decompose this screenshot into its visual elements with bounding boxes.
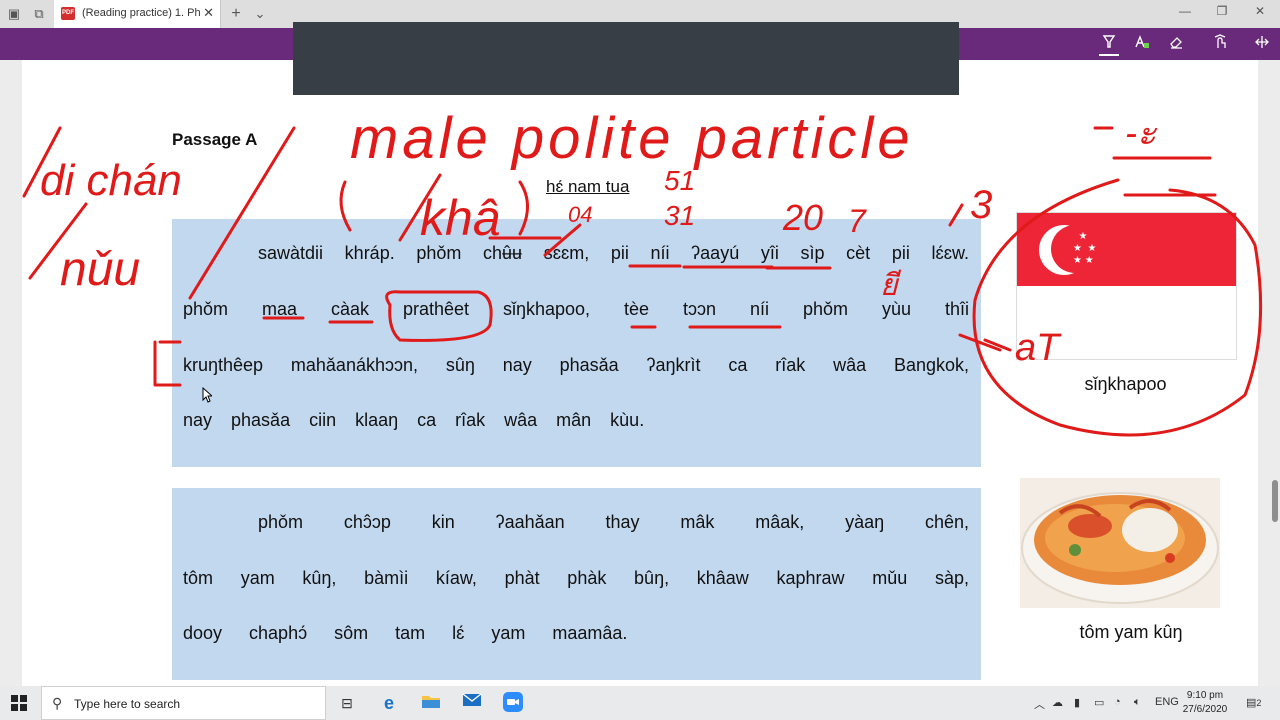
text-highlight-icon[interactable] xyxy=(1132,34,1152,54)
clock-time: 9:10 pm xyxy=(1186,690,1224,701)
minimize-button[interactable]: — xyxy=(1175,4,1195,18)
vertical-scrollbar[interactable] xyxy=(1272,480,1278,522)
flag-red-band: ★ ★ ★ ★ ★ xyxy=(1017,213,1236,286)
notification-count: 2 xyxy=(1256,698,1262,708)
battery-icon[interactable]: ▭ xyxy=(1094,696,1104,709)
tab-close-button[interactable]: ✕ xyxy=(203,5,214,21)
edge-browser-icon[interactable]: e xyxy=(378,692,400,714)
taskbar-clock[interactable]: 9:10 pm 27/6/2020 xyxy=(1180,689,1230,717)
flag-stars-icon: ★ ★ ★ ★ ★ xyxy=(1073,231,1097,266)
tom-yam-kung-image xyxy=(1020,478,1220,608)
passage2-line-1: phǒm chɔ̂ɔp kin ʔaahǎan thay mâk mâak, y… xyxy=(258,512,969,532)
windows-taskbar: ⚲ Type here to search ⊟ e ︿ ☁ ▮ ▭ ◔ 🔈︎ E… xyxy=(0,686,1280,720)
food-caption: tôm yam kûŋ xyxy=(1079,622,1183,642)
tray-chevron-icon[interactable]: ︿ xyxy=(1034,696,1045,712)
notification-center-icon[interactable]: ▤2 xyxy=(1246,696,1261,709)
new-tab-button[interactable]: + xyxy=(227,5,245,23)
mouse-cursor-icon xyxy=(202,387,212,403)
highlighter-icon[interactable] xyxy=(1099,34,1119,56)
passage1-line-1: sawàtdii khráp. phǒm chʉ̂ʉ sɛɛm, pii níi… xyxy=(258,243,969,263)
pdf-file-icon: PDF xyxy=(61,7,75,20)
singapore-flag-image: ★ ★ ★ ★ ★ xyxy=(1016,212,1237,360)
tab-menu-chevron-icon[interactable]: ⌄ xyxy=(251,5,269,23)
screen-share-overlay xyxy=(293,22,959,95)
volume-icon[interactable]: 🔈︎ xyxy=(1134,696,1141,709)
passage1-line-3: kruŋthêep mahǎanákhɔɔn, sûŋ nay phasǎa ʔ… xyxy=(183,355,969,375)
passage-heading: Passage A xyxy=(172,130,258,149)
taskbar-search-box[interactable]: ⚲ Type here to search xyxy=(41,686,326,720)
passage2-line-3: dooy chaphɔ́ sôm tam lɛ́ yam maamâa. xyxy=(183,623,628,643)
tab-actions-icon[interactable]: ▣ xyxy=(5,5,23,23)
wifi-icon[interactable]: ◔ xyxy=(1114,696,1121,708)
onedrive-icon[interactable]: ☁ xyxy=(1052,696,1063,709)
search-placeholder: Type here to search xyxy=(74,697,181,711)
clock-date: 27/6/2020 xyxy=(1182,704,1228,715)
flag-caption: sǐŋkhapoo xyxy=(1084,374,1167,394)
restore-button[interactable]: ❐ xyxy=(1212,4,1232,18)
mail-icon[interactable] xyxy=(461,692,483,714)
close-window-button[interactable]: ✕ xyxy=(1250,4,1270,18)
passage1-line-4: nay phasǎa ciin klaaŋ ca rîak wâa mân kù… xyxy=(183,410,645,430)
eraser-icon[interactable] xyxy=(1166,34,1186,54)
fullscreen-icon[interactable] xyxy=(1252,34,1272,54)
tabs-aside-icon[interactable]: ⧉ xyxy=(30,5,48,23)
windows-start-icon[interactable] xyxy=(11,695,27,711)
usb-icon[interactable]: ▮ xyxy=(1074,696,1080,709)
file-explorer-icon[interactable] xyxy=(420,692,442,714)
search-icon: ⚲ xyxy=(52,695,63,711)
language-indicator[interactable]: ENG xyxy=(1155,696,1179,708)
notification-glyph: ▤ xyxy=(1246,697,1257,709)
passage2-line-2: tôm yam kûŋ, bàmìi kíaw, phàt phàk bûŋ, … xyxy=(183,568,969,588)
passage1-line-2: phǒm maa càak prathêet sǐŋkhapoo, tèe tɔ… xyxy=(183,299,969,319)
passage-subtitle: hɛ́ nam tua xyxy=(546,177,630,196)
tab-title: (Reading practice) 1. Ph xyxy=(82,7,200,19)
zoom-app-icon[interactable] xyxy=(502,692,524,714)
task-view-icon[interactable]: ⊟ xyxy=(336,692,358,714)
touch-write-icon[interactable] xyxy=(1210,34,1230,54)
tab-reading-practice[interactable]: PDF (Reading practice) 1. Ph ✕ xyxy=(54,0,221,28)
